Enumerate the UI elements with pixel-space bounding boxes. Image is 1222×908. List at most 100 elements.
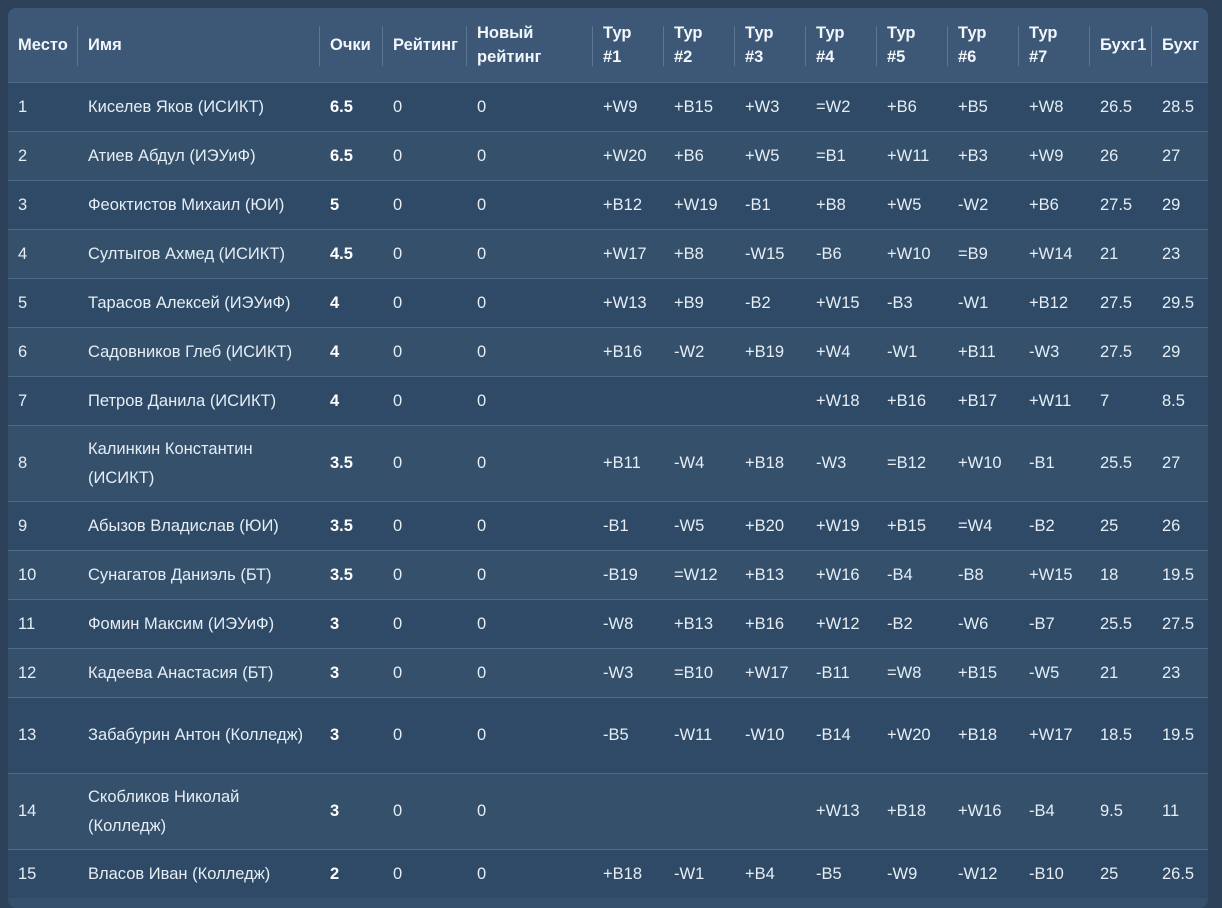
round-6-cell: +B3 bbox=[958, 146, 988, 165]
round-2-cell: -W5 bbox=[674, 516, 705, 535]
round-5-cell: +W5 bbox=[887, 195, 922, 214]
buchholz-1-cell: 26.5 bbox=[1100, 97, 1133, 116]
round-4-cell: +W15 bbox=[816, 293, 860, 312]
buchholz-1-cell: 25 bbox=[1100, 516, 1119, 535]
round-1-cell: -W8 bbox=[603, 614, 634, 633]
table-row: 6 Садовников Глеб (ИСИКТ) 4 0 0 +B16 -W2 +B19 +W… bbox=[8, 327, 1208, 377]
round-7-cell: -B2 bbox=[1029, 516, 1055, 535]
table-row: 5 Тарасов Алексей (ИЭУиФ) 4 0 0 +W13 +B9 -B2 +W1… bbox=[8, 278, 1208, 328]
round-7-cell: -B7 bbox=[1029, 614, 1055, 633]
table-body: 1 Киселев Яков (ИСИКТ) 6.5 0 0 +W9 +B15 +W3 =W2 +… bbox=[8, 82, 1208, 898]
round-3-cell: +B16 bbox=[745, 614, 784, 633]
header-round-5[interactable]: Тур #5 bbox=[877, 8, 948, 83]
buchholz-1-cell: 27.5 bbox=[1100, 293, 1133, 312]
round-1-cell: +W20 bbox=[603, 146, 647, 165]
new-rating-cell: 0 bbox=[477, 244, 487, 263]
header-buchholz[interactable]: Бухг bbox=[1152, 8, 1208, 83]
header-buchholz-1[interactable]: Бухг1 bbox=[1090, 8, 1152, 83]
buchholz-cell: 27 bbox=[1162, 146, 1181, 165]
points-cell: 5 bbox=[330, 195, 340, 214]
round-2-cell bbox=[664, 774, 735, 850]
place-cell: 9 bbox=[18, 516, 28, 535]
rating-cell: 0 bbox=[393, 726, 403, 744]
round-7-cell: +B6 bbox=[1029, 195, 1059, 214]
buchholz-1-cell: 27.5 bbox=[1100, 195, 1133, 214]
round-4-cell: -B6 bbox=[816, 244, 842, 263]
round-2-cell bbox=[664, 377, 735, 426]
round-4-cell: -B11 bbox=[816, 663, 850, 682]
round-2-cell: +B9 bbox=[674, 293, 704, 312]
round-1-cell: +B12 bbox=[603, 195, 642, 214]
round-5-cell: +W11 bbox=[887, 146, 930, 165]
round-2-cell: +B13 bbox=[674, 614, 713, 633]
name-cell: Скобликов Николай (Колледж) bbox=[88, 787, 240, 835]
round-2-cell: +B15 bbox=[674, 97, 713, 116]
points-cell: 3.5 bbox=[330, 454, 353, 472]
round-6-cell: =B9 bbox=[958, 244, 988, 263]
place-cell: 1 bbox=[18, 97, 28, 116]
round-7-cell: -B1 bbox=[1029, 454, 1055, 472]
round-3-cell: -W10 bbox=[745, 726, 785, 744]
points-cell: 6.5 bbox=[330, 146, 353, 165]
round-5-cell: -B2 bbox=[887, 614, 913, 633]
header-place[interactable]: Место bbox=[8, 8, 78, 83]
buchholz-1-cell: 27.5 bbox=[1100, 342, 1133, 361]
buchholz-cell: 29 bbox=[1162, 195, 1181, 214]
round-5-cell: -B4 bbox=[887, 565, 913, 584]
round-5-cell: -B3 bbox=[887, 293, 913, 312]
place-cell: 10 bbox=[18, 565, 37, 584]
table-row: 9 Абызов Владислав (ЮИ) 3.5 0 0 -B1 -W5 +B20 +W1… bbox=[8, 501, 1208, 551]
new-rating-cell: 0 bbox=[477, 146, 487, 165]
name-cell: Садовников Глеб (ИСИКТ) bbox=[88, 342, 293, 361]
round-2-cell: -W1 bbox=[674, 864, 705, 883]
buchholz-1-cell: 25.5 bbox=[1100, 614, 1133, 633]
buchholz-1-cell: 26 bbox=[1100, 146, 1119, 165]
header-round-2[interactable]: Тур #2 bbox=[664, 8, 735, 83]
round-7-cell: +W14 bbox=[1029, 244, 1073, 263]
buchholz-cell: 28.5 bbox=[1162, 97, 1195, 116]
points-cell: 3 bbox=[330, 663, 340, 682]
table-row: 11 Фомин Максим (ИЭУиФ) 3 0 0 -W8 +B13 +B16 +W12… bbox=[8, 599, 1208, 649]
place-cell: 4 bbox=[18, 244, 28, 263]
points-cell: 4 bbox=[330, 391, 340, 410]
round-3-cell bbox=[735, 774, 806, 850]
header-row: Место Имя Очки Рейтинг Новый рейтинг Тур #… bbox=[8, 8, 1208, 83]
round-1-cell bbox=[593, 377, 664, 426]
round-7-cell: -W5 bbox=[1029, 663, 1060, 682]
round-4-cell: +W13 bbox=[816, 802, 860, 820]
rating-cell: 0 bbox=[393, 293, 403, 312]
buchholz-cell: 26.5 bbox=[1162, 864, 1195, 883]
place-cell: 15 bbox=[18, 864, 37, 883]
round-3-cell: +B4 bbox=[745, 864, 775, 883]
header-name[interactable]: Имя bbox=[78, 8, 320, 83]
round-6-cell: -W2 bbox=[958, 195, 989, 214]
new-rating-cell: 0 bbox=[477, 565, 487, 584]
rating-cell: 0 bbox=[393, 454, 403, 472]
header-new-rating[interactable]: Новый рейтинг bbox=[467, 8, 593, 83]
rating-cell: 0 bbox=[393, 342, 403, 361]
header-round-1[interactable]: Тур #1 bbox=[593, 8, 664, 83]
round-6-cell: +B18 bbox=[958, 726, 997, 744]
round-1-cell: -B1 bbox=[603, 516, 629, 535]
points-cell: 3 bbox=[330, 726, 340, 744]
name-cell: Сунагатов Даниэль (БТ) bbox=[88, 565, 272, 584]
round-3-cell: +B19 bbox=[745, 342, 784, 361]
table-row: 14 Скобликов Николай (Колледж) 3 0 0 +W13 +B18… bbox=[8, 773, 1208, 850]
round-5-cell: =B12 bbox=[887, 454, 926, 472]
round-6-cell: +W10 bbox=[958, 454, 1002, 472]
header-round-4[interactable]: Тур #4 bbox=[806, 8, 877, 83]
header-rating[interactable]: Рейтинг bbox=[383, 8, 467, 83]
buchholz-1-cell: 21 bbox=[1100, 663, 1119, 682]
header-round-6[interactable]: Тур #6 bbox=[948, 8, 1019, 83]
new-rating-cell: 0 bbox=[477, 516, 487, 535]
round-2-cell: -W4 bbox=[674, 454, 705, 472]
header-round-7[interactable]: Тур #7 bbox=[1019, 8, 1090, 83]
place-cell: 2 bbox=[18, 146, 28, 165]
header-points[interactable]: Очки bbox=[320, 8, 383, 83]
round-1-cell: +W13 bbox=[603, 293, 647, 312]
round-2-cell: -W11 bbox=[674, 726, 713, 744]
new-rating-cell: 0 bbox=[477, 454, 487, 472]
name-cell: Султыгов Ахмед (ИСИКТ) bbox=[88, 244, 285, 263]
round-1-cell: +W9 bbox=[603, 97, 638, 116]
header-round-3[interactable]: Тур #3 bbox=[735, 8, 806, 83]
